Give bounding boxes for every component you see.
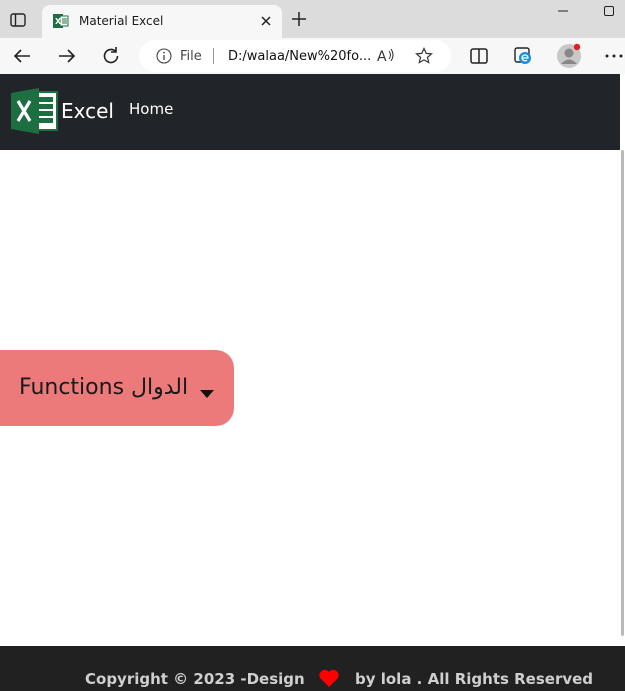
address-divider [213, 48, 214, 64]
plus-icon[interactable] [290, 10, 308, 28]
forward-arrow-icon[interactable] [55, 44, 79, 68]
functions-dropdown-button[interactable]: Functions الدوال [0, 350, 234, 426]
info-icon[interactable] [156, 48, 172, 64]
more-dots-icon[interactable] [602, 44, 625, 68]
tab-title: Material Excel [79, 14, 164, 28]
read-aloud-icon[interactable]: A [377, 47, 397, 65]
heart-icon [318, 668, 340, 688]
footer-credits: by lola . All Rights Reserved [355, 670, 594, 688]
browser-tab-active[interactable]: X Material Excel [42, 5, 282, 38]
svg-text:A: A [377, 49, 387, 65]
back-arrow-icon[interactable] [10, 44, 34, 68]
close-icon[interactable] [258, 13, 274, 29]
refresh-icon[interactable] [99, 44, 123, 68]
caret-down-icon [200, 385, 214, 398]
site-navbar: Excel Home [0, 74, 620, 150]
tab-actions-icon[interactable] [8, 10, 28, 30]
dropdown-label: Functions الدوال [19, 375, 189, 400]
address-bar[interactable]: File D:/walaa/New%20fo... A [139, 40, 451, 72]
nav-link-home[interactable]: Home [129, 100, 173, 118]
address-url[interactable]: D:/walaa/New%20fo... [228, 49, 371, 64]
brand-name[interactable]: Excel [61, 99, 114, 123]
star-icon[interactable] [415, 47, 433, 65]
browser-tabstrip: X Material Excel [0, 0, 625, 38]
excel-logo-icon[interactable] [11, 88, 59, 134]
minimize-icon[interactable] [556, 4, 570, 18]
footer-copyright: Copyright © 2023 -Design [85, 670, 305, 688]
svg-text:X: X [55, 17, 62, 26]
profile-avatar-icon[interactable] [556, 43, 582, 69]
maximize-icon[interactable] [602, 4, 616, 18]
split-screen-icon[interactable] [467, 44, 491, 68]
address-scheme: File [180, 49, 202, 64]
scrollbar-thumb[interactable] [621, 150, 624, 636]
excel-favicon-icon: X [53, 13, 69, 29]
browser-toolbar: File D:/walaa/New%20fo... A [0, 38, 625, 74]
edge-collections-icon[interactable] [511, 44, 535, 68]
site-footer: Copyright © 2023 -Design by lola . All R… [0, 646, 625, 691]
